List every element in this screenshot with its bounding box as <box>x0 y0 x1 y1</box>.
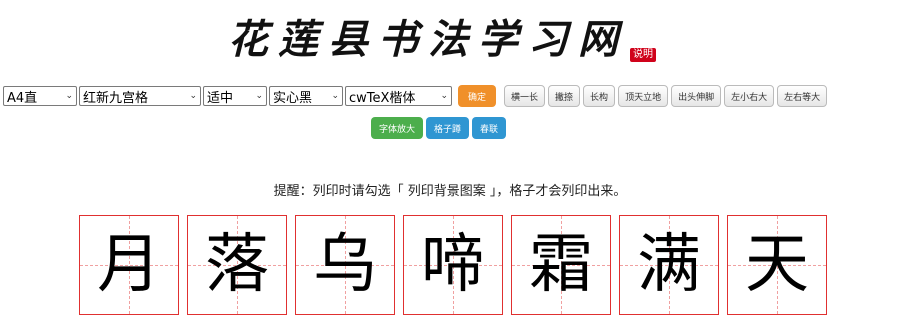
size-select[interactable]: 适中 ⌄ <box>203 86 267 106</box>
grid-cell: 落 <box>187 215 287 315</box>
grid-cell: 霜 <box>511 215 611 315</box>
confirm-button[interactable]: 确定 <box>458 85 497 107</box>
character: 啼 <box>421 228 485 302</box>
stroke-button-top-bottom[interactable]: 顶天立地 <box>618 85 669 107</box>
site-logo: 花莲县书法学习网 说明 <box>228 8 668 68</box>
color-select[interactable]: 实心黑 ⌄ <box>269 86 343 106</box>
grid-button[interactable]: 格子蹲 <box>426 117 470 139</box>
action-buttons: 字体放大 格子蹲 春联 <box>371 117 507 139</box>
chevron-down-icon: ⌄ <box>255 91 263 101</box>
grid-style-select[interactable]: 红新九宫格 ⌄ <box>79 86 201 106</box>
stroke-button-stretch[interactable]: 出头伸脚 <box>671 85 722 107</box>
stroke-button-horizontal-long[interactable]: 横一长 <box>504 85 546 107</box>
character: 乌 <box>313 228 377 302</box>
chevron-down-icon: ⌄ <box>331 91 339 101</box>
grid-cell: 天 <box>727 215 827 315</box>
paper-size-value: A4直 <box>7 90 38 106</box>
stroke-button-long-structure[interactable]: 长构 <box>583 85 616 107</box>
font-select[interactable]: cwTeX楷体 ⌄ <box>345 86 452 106</box>
chevron-down-icon: ⌄ <box>65 91 73 101</box>
toolbar: A4直 ⌄ 红新九宫格 ⌄ 适中 ⌄ 实心黑 ⌄ cwTeX楷体 ⌄ 确定 横一… <box>3 83 900 109</box>
stroke-button-pie-na[interactable]: 撇捺 <box>548 85 581 107</box>
chevron-down-icon: ⌄ <box>440 91 448 101</box>
character: 霜 <box>529 228 593 302</box>
couplet-button[interactable]: 春联 <box>472 117 507 139</box>
print-notice: 提醒：列印时请勾选「 列印背景图案 」，格子才会列印出来。 <box>273 184 627 199</box>
help-badge[interactable]: 说明 <box>630 48 656 62</box>
grid-style-value: 红新九宫格 <box>83 90 149 106</box>
logo-text: 花莲县书法学习网 <box>228 16 628 63</box>
paper-size-select[interactable]: A4直 ⌄ <box>3 86 77 106</box>
font-value: cwTeX楷体 <box>349 90 416 106</box>
character: 落 <box>205 228 269 302</box>
character: 天 <box>745 228 809 302</box>
chevron-down-icon: ⌄ <box>189 91 197 101</box>
grid-cell: 乌 <box>295 215 395 315</box>
enlarge-font-button[interactable]: 字体放大 <box>371 117 424 139</box>
color-value: 实心黑 <box>273 90 313 106</box>
stroke-button-left-small-right-big[interactable]: 左小右大 <box>724 85 775 107</box>
character: 月 <box>97 228 161 302</box>
grid-cell: 啼 <box>403 215 503 315</box>
grid-cell: 月 <box>79 215 179 315</box>
character: 满 <box>637 228 701 302</box>
grid-cell: 满 <box>619 215 719 315</box>
practice-grid: 月 落 乌 啼 霜 满 天 <box>79 215 827 315</box>
size-value: 适中 <box>207 90 234 106</box>
stroke-button-left-right-equal[interactable]: 左右等大 <box>777 85 828 107</box>
